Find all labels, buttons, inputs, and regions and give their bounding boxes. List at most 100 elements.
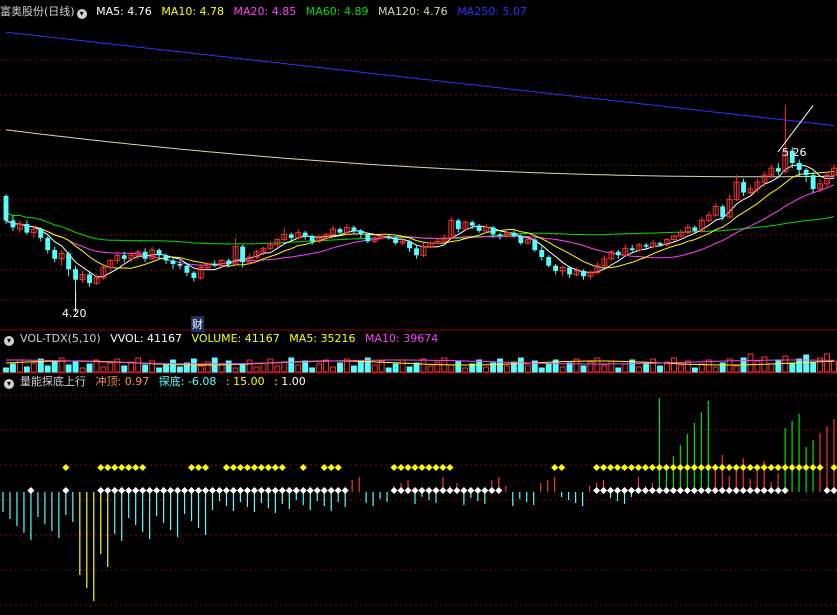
volume-bar (316, 363, 323, 373)
volume-bar (288, 357, 295, 373)
volume-bar (789, 362, 796, 373)
volume-bar (170, 359, 176, 373)
white-signal-dot (697, 486, 705, 495)
candle-body (38, 229, 44, 238)
yellow-signal-dot (767, 463, 775, 472)
volume-bar (330, 366, 336, 373)
yellow-signal-dot (327, 463, 335, 472)
volume-bar (350, 365, 357, 373)
volume-bar (559, 366, 566, 373)
white-signal-dot (243, 486, 251, 495)
volume-bar (803, 354, 810, 373)
white-signal-dot (488, 486, 496, 495)
white-signal-dot (753, 486, 761, 495)
volume-bar (719, 362, 726, 373)
volume-bar (427, 365, 434, 373)
yellow-signal-dot (132, 463, 140, 472)
volume-bar (810, 361, 817, 373)
volume-bar (434, 361, 441, 373)
chevron-down-icon[interactable]: ▾ (76, 9, 87, 19)
ma250-line (5, 31, 835, 126)
yellow-signal-dot (446, 463, 454, 472)
yellow-signal-dot (432, 463, 440, 472)
white-signal-dot (453, 486, 461, 495)
yellow-signal-dot (243, 463, 251, 472)
candle-body (3, 196, 9, 221)
volume-bar (371, 364, 378, 373)
candle-body (553, 265, 559, 271)
volume-bar (72, 360, 79, 373)
white-signal-dot (334, 486, 342, 495)
volume-bar (267, 358, 274, 373)
yellow-signal-dot (753, 463, 761, 472)
volume-bar (37, 358, 44, 373)
volume-bar (747, 353, 754, 373)
volume-bar (142, 364, 149, 373)
volume-bar (246, 359, 253, 373)
indicator-panel-header: ▾ 量能探底上行 冲顶: 0.97 探底: -6.08 : 15.00 : 1.0… (0, 374, 312, 390)
volume-bar (622, 363, 629, 373)
white-signal-dot (111, 486, 119, 495)
white-signal-dot (250, 486, 258, 495)
white-signal-dot (146, 486, 154, 495)
candle-body (497, 234, 503, 237)
candle-body (539, 250, 545, 258)
volume-bar (545, 363, 552, 373)
candle-body (170, 260, 176, 264)
chevron-down-icon[interactable]: ▾ (4, 336, 14, 346)
volume-bar (754, 360, 761, 373)
white-signal-dot (648, 486, 656, 495)
yellow-signal-dot (641, 463, 649, 472)
white-signal-dot (662, 486, 670, 495)
yellow-signal-dot (711, 463, 719, 472)
candle-body (156, 250, 162, 256)
volume-bar (163, 363, 169, 373)
white-signal-dot (188, 486, 196, 495)
vol-ma5-label: MA5: 35216 (289, 332, 356, 345)
white-signal-dot (341, 486, 349, 495)
candle-body (643, 244, 649, 247)
candle-body (163, 255, 169, 261)
white-signal-dot (313, 486, 321, 495)
ma120-line (5, 129, 835, 178)
candle-body (532, 239, 538, 251)
white-signal-dot (739, 486, 747, 495)
volume-bar (44, 365, 51, 373)
yellow-signal-dot (718, 463, 726, 472)
chevron-down-icon[interactable]: ▾ (4, 379, 14, 389)
white-signal-dot (481, 486, 489, 495)
white-signal-dot (181, 486, 189, 495)
white-signal-dot (285, 486, 293, 495)
candle-body (615, 251, 621, 256)
volume-bar (615, 367, 622, 373)
volume-bar (79, 367, 86, 373)
white-signal-dot (746, 486, 754, 495)
volume-bar (51, 361, 58, 373)
volume-bar (100, 366, 107, 373)
white-signal-dot (236, 486, 244, 495)
candle-body (309, 236, 315, 242)
candle-body (177, 264, 183, 266)
yellow-signal-dot (118, 463, 126, 472)
volume-panel-header: ▾ VOL-TDX(5,10) VVOL: 41167 VOLUME: 41167… (0, 331, 444, 347)
volume-bar (58, 357, 65, 373)
white-signal-dot (201, 486, 210, 495)
white-signal-dot (627, 486, 636, 495)
yellow-signal-dot (676, 463, 684, 472)
candle-body (337, 229, 343, 233)
candle-body (414, 248, 419, 256)
white-signal-dot (118, 486, 126, 495)
volume-bar (657, 365, 663, 373)
volume-bar (65, 364, 72, 373)
white-signal-dot (830, 486, 837, 495)
finance-marker[interactable]: 财 (191, 316, 204, 332)
white-signal-dot (215, 486, 224, 495)
white-signal-dot (174, 486, 182, 495)
volume-bar (420, 358, 427, 373)
candle-body (358, 230, 364, 235)
candle-body (692, 227, 698, 231)
yellow-signal-dot (558, 463, 566, 472)
white-signal-dot (97, 486, 105, 495)
ma120-label: MA120: 4.76 (377, 5, 448, 18)
white-signal-dot (669, 486, 677, 495)
